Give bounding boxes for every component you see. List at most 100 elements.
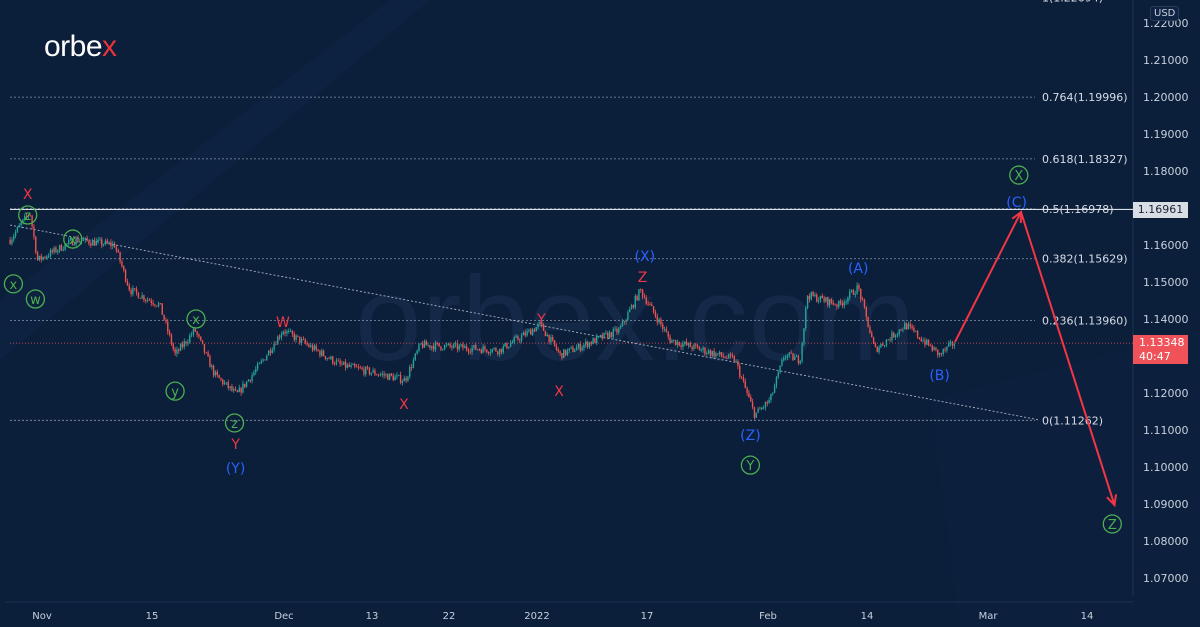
candle — [469, 351, 471, 353]
candle — [733, 356, 735, 362]
candle — [286, 331, 288, 334]
candle — [190, 334, 193, 336]
candle — [310, 345, 312, 347]
candle — [907, 324, 910, 330]
candle — [585, 341, 587, 345]
candle — [933, 347, 935, 351]
candle — [113, 243, 116, 248]
candle — [739, 365, 741, 377]
candle — [297, 335, 299, 337]
candle — [816, 294, 818, 302]
candle — [154, 304, 156, 306]
candle — [583, 344, 585, 348]
candle — [728, 354, 730, 359]
candle — [443, 345, 446, 350]
candle — [663, 329, 666, 330]
candle — [376, 374, 378, 376]
currency-label[interactable]: USD — [1150, 6, 1180, 21]
candle — [14, 231, 17, 237]
candle — [401, 381, 404, 383]
candle — [487, 352, 490, 354]
candle — [744, 380, 746, 388]
candle — [805, 308, 807, 329]
candle — [209, 356, 211, 368]
candle — [863, 300, 866, 308]
candle — [630, 305, 633, 310]
candle — [432, 346, 435, 350]
candle — [770, 393, 772, 400]
candle — [97, 239, 99, 242]
candle — [99, 239, 101, 241]
candle — [431, 346, 433, 348]
candle — [757, 408, 759, 413]
candle — [577, 343, 580, 348]
wave-label: z — [231, 417, 238, 432]
candle — [491, 349, 493, 353]
candle — [687, 342, 690, 346]
candle — [196, 331, 198, 335]
candle — [324, 356, 327, 359]
candle — [236, 390, 239, 393]
candle — [42, 257, 44, 260]
candle-countdown: 40:47 — [1139, 350, 1171, 363]
candle — [343, 361, 345, 365]
wave-label: x — [69, 233, 77, 248]
candle — [643, 296, 646, 298]
candle — [623, 321, 625, 323]
candle — [484, 346, 486, 350]
candle — [436, 342, 438, 344]
candle — [849, 291, 851, 298]
candle — [420, 343, 422, 345]
candle — [713, 351, 715, 357]
current-price-label: 1.13348 40:47 — [1133, 335, 1188, 364]
candle — [368, 367, 371, 375]
candle — [662, 324, 664, 330]
candle — [559, 351, 561, 354]
wave-label: x — [10, 278, 18, 293]
candle — [874, 343, 877, 347]
candle — [53, 247, 55, 253]
candle — [651, 304, 653, 307]
candle — [519, 339, 521, 341]
candle — [515, 336, 517, 338]
candle — [698, 347, 701, 351]
candle — [502, 346, 504, 353]
candle — [794, 356, 796, 361]
candle — [883, 345, 886, 346]
price-tick: 1.08000 — [1143, 535, 1189, 548]
price-tick: 1.18000 — [1143, 165, 1189, 178]
candle — [865, 307, 867, 317]
candle — [938, 353, 941, 356]
candle — [704, 347, 706, 354]
candle — [618, 328, 620, 333]
candle — [799, 361, 801, 364]
candle — [790, 352, 792, 354]
candle — [170, 334, 173, 345]
price-tick: 1.12000 — [1143, 387, 1189, 400]
candle — [605, 332, 607, 334]
candle — [9, 239, 11, 244]
candle — [922, 340, 924, 342]
candle — [676, 341, 679, 346]
candle — [599, 335, 602, 337]
candle — [693, 344, 695, 350]
candle — [238, 387, 240, 393]
candle — [641, 289, 644, 297]
candle — [511, 342, 514, 344]
candle — [134, 288, 136, 290]
price-tick: 1.11000 — [1143, 424, 1189, 437]
candle — [399, 374, 402, 383]
price-chart[interactable]: orbex.com 1(1.22694) 0.764(1.19996) 0.618(… — [0, 0, 1200, 627]
candle — [454, 343, 457, 345]
candle — [91, 240, 94, 246]
candle — [656, 316, 658, 323]
candle — [475, 345, 477, 350]
candle — [614, 328, 616, 330]
candle — [84, 237, 86, 240]
candle — [242, 383, 244, 393]
candle — [449, 343, 451, 347]
candle — [410, 366, 413, 368]
candle — [442, 349, 444, 351]
candle — [141, 295, 143, 299]
candle — [740, 376, 743, 378]
